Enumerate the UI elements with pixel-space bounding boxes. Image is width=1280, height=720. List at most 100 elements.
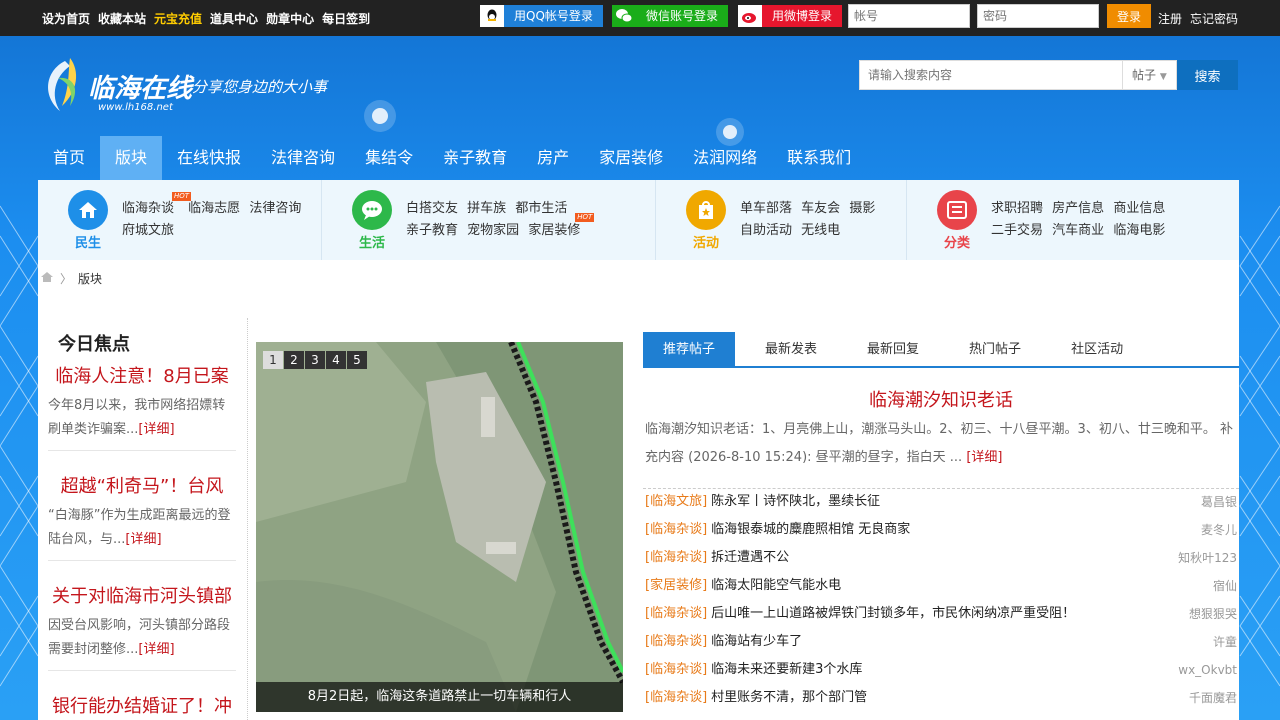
post-title[interactable]: 临海太阳能空气能水电 — [711, 572, 1213, 600]
slider-page[interactable]: 5 — [347, 351, 367, 369]
props-center-link[interactable]: 道具中心 — [210, 10, 258, 27]
recommended-more-link[interactable]: [详细] — [966, 450, 1002, 465]
category-link[interactable]: 二手交易 — [991, 223, 1043, 238]
tab-latest-reply[interactable]: 最新回复 — [847, 332, 939, 368]
category-link[interactable]: 白搭交友 — [406, 201, 458, 216]
post-author[interactable]: 宿仙 — [1213, 572, 1237, 600]
focus-more-link[interactable]: [详细] — [138, 642, 174, 657]
category-link[interactable]: 自助活动 — [740, 223, 792, 238]
focus-item-title[interactable]: 关于对临海市河头镇部 — [48, 582, 236, 608]
nav-item-law-network[interactable]: 法润网络 — [678, 136, 772, 180]
post-title[interactable]: 拆迁遭遇不公 — [711, 544, 1178, 572]
category-link[interactable]: 摄影 — [849, 201, 875, 216]
post-title[interactable]: 临海未来还要新建3个水库 — [711, 656, 1178, 684]
category-link[interactable]: 都市生活 HOT — [515, 201, 595, 222]
category-link[interactable]: 拼车族 — [467, 201, 506, 216]
password-input[interactable] — [977, 4, 1099, 28]
slider-page[interactable]: 1 — [263, 351, 283, 369]
wechat-login-button[interactable]: 微信账号登录 — [612, 5, 729, 27]
category-link[interactable]: 亲子教育 — [406, 223, 458, 238]
category-link[interactable]: 宠物家园 — [467, 223, 519, 238]
nav-item-realestate[interactable]: 房产 — [522, 136, 584, 180]
category-link[interactable]: 临海电影 — [1113, 223, 1165, 238]
recharge-link[interactable]: 元宝充值 — [154, 10, 202, 27]
post-category[interactable]: [临海杂谈] — [645, 684, 707, 712]
post-title[interactable]: 陈永军丨诗怀陕北，墨续长征 — [711, 488, 1201, 516]
forgot-password-link[interactable]: 忘记密码 — [1190, 10, 1238, 27]
nav-item-decoration[interactable]: 家居装修 — [584, 136, 678, 180]
nav-item-news[interactable]: 在线快报 — [162, 136, 256, 180]
nav-item-contact[interactable]: 联系我们 — [772, 136, 866, 180]
recommended-title[interactable]: 临海潮汐知识老话 — [643, 386, 1239, 412]
qq-login-button[interactable]: 用QQ帐号登录 — [480, 5, 603, 27]
tab-community[interactable]: 社区活动 — [1051, 332, 1143, 368]
category-link[interactable]: 单车部落 — [740, 201, 792, 216]
category-link[interactable]: 临海志愿 — [188, 201, 240, 216]
account-input[interactable] — [848, 4, 970, 28]
slider-page[interactable]: 2 — [284, 351, 304, 369]
qq-icon — [480, 5, 504, 27]
focus-more-link[interactable]: [详细] — [138, 422, 174, 437]
image-slider[interactable]: 1 2 3 4 5 8月2日起，临海这条道路禁止一切车辆和行人 — [256, 342, 623, 712]
post-title[interactable]: 村里账务不清，那个部门管 — [711, 684, 1189, 712]
login-button[interactable]: 登录 — [1107, 4, 1151, 28]
list-item: [家居装修] 临海太阳能空气能水电 宿仙 — [645, 572, 1237, 600]
post-title[interactable]: 临海银泰城的麋鹿照相馆 无良商家 — [711, 516, 1201, 544]
post-author[interactable]: 千面魔君 — [1189, 684, 1237, 712]
category-link[interactable]: 商业信息 — [1113, 201, 1165, 216]
focus-item-title[interactable]: 银行能办结婚证了！冲 — [48, 692, 236, 718]
home-icon[interactable] — [40, 271, 54, 287]
search-type-select[interactable]: 帖子 ▼ — [1122, 61, 1177, 89]
post-category[interactable]: [家居装修] — [645, 572, 707, 600]
daily-checkin-link[interactable]: 每日签到 — [322, 10, 370, 27]
post-author[interactable]: 麦冬儿 — [1201, 516, 1237, 544]
category-link[interactable]: 房产信息 — [1052, 201, 1104, 216]
nav-item-rally[interactable]: 集结令 — [350, 136, 428, 180]
site-logo[interactable]: 临海在线 www.lh168.net 分享您身边的大小事 — [40, 56, 327, 120]
post-author[interactable]: 知秋叶123 — [1178, 544, 1237, 572]
nav-item-parenting[interactable]: 亲子教育 — [428, 136, 522, 180]
post-author[interactable]: 想狠狠哭 — [1189, 600, 1237, 628]
category-link[interactable]: 临海杂谈 HOT — [122, 192, 192, 216]
tab-latest[interactable]: 最新发表 — [745, 332, 837, 368]
focus-more-link[interactable]: [详细] — [125, 532, 161, 547]
slider-page[interactable]: 4 — [326, 351, 346, 369]
weibo-login-button[interactable]: 用微博登录 — [738, 5, 843, 27]
medal-center-link[interactable]: 勋章中心 — [266, 10, 314, 27]
register-link[interactable]: 注册 — [1158, 10, 1182, 27]
search-button[interactable]: 搜索 — [1177, 60, 1238, 90]
slider-caption[interactable]: 8月2日起，临海这条道路禁止一切车辆和行人 — [256, 682, 623, 712]
nav-item-forums[interactable]: 版块 — [100, 136, 163, 180]
search-input[interactable] — [860, 61, 1122, 89]
category-link[interactable]: 家居装修 — [528, 223, 580, 238]
focus-item-title[interactable]: 超越“利奇马”！台风 — [48, 472, 236, 498]
list-item: [临海杂谈] 村里账务不清，那个部门管 千面魔君 — [645, 684, 1237, 712]
post-author[interactable]: wx_Okvbt — [1178, 656, 1237, 684]
post-category[interactable]: [临海杂谈] — [645, 628, 707, 656]
focus-item-title[interactable]: 临海人注意！8月已案 — [48, 362, 236, 388]
post-title[interactable]: 临海站有少车了 — [711, 628, 1213, 656]
category-link[interactable]: 求职招聘 — [991, 201, 1043, 216]
category-link[interactable]: 法律咨询 — [249, 201, 301, 216]
bookmark-link[interactable]: 收藏本站 — [98, 10, 146, 27]
post-author[interactable]: 葛昌银 — [1201, 488, 1237, 516]
tab-hot[interactable]: 热门帖子 — [949, 332, 1041, 368]
category-panel: 民生 临海杂谈 HOT 临海志愿 法律咨询 府城文旅 生活 白搭交友 拼车族 都市… — [38, 180, 1239, 260]
category-link[interactable]: 汽车商业 — [1052, 223, 1104, 238]
tab-recommended[interactable]: 推荐帖子 — [643, 332, 736, 368]
category-link[interactable]: 府城文旅 — [122, 223, 174, 238]
slider-page[interactable]: 3 — [305, 351, 325, 369]
post-category[interactable]: [临海杂谈] — [645, 516, 707, 544]
post-category[interactable]: [临海杂谈] — [645, 656, 707, 684]
post-author[interactable]: 许童 — [1213, 628, 1237, 656]
post-tabs: 推荐帖子 最新发表 最新回复 热门帖子 社区活动 — [643, 332, 1239, 368]
post-title[interactable]: 后山唯一上山道路被焊铁门封锁多年，市民休闲纳凉严重受阻！ — [711, 600, 1189, 628]
category-link[interactable]: 车友会 — [801, 201, 840, 216]
category-link[interactable]: 无线电 — [801, 223, 840, 238]
post-category[interactable]: [临海杂谈] — [645, 544, 707, 572]
post-category[interactable]: [临海杂谈] — [645, 600, 707, 628]
post-category[interactable]: [临海文旅] — [645, 488, 707, 516]
set-homepage-link[interactable]: 设为首页 — [42, 10, 90, 27]
nav-item-legal[interactable]: 法律咨询 — [256, 136, 350, 180]
nav-item-home[interactable]: 首页 — [38, 136, 100, 180]
